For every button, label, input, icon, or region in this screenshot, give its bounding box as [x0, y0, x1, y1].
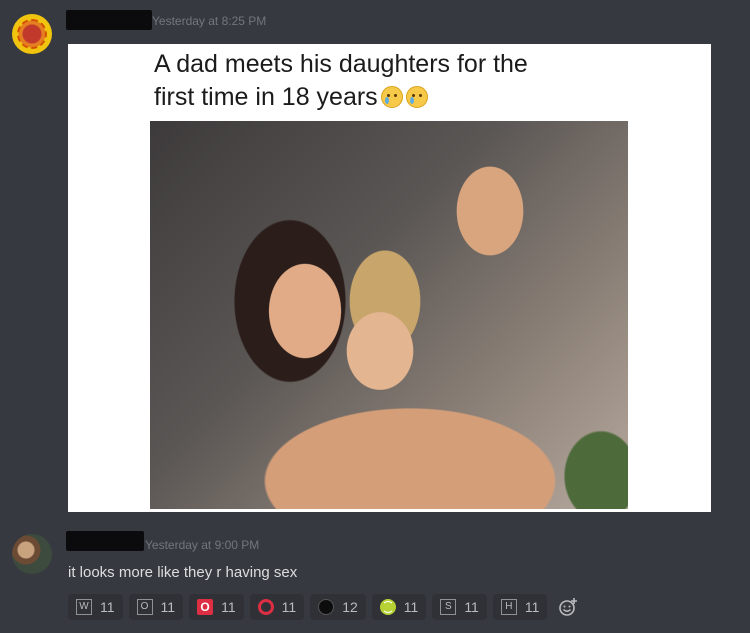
reaction-tennis[interactable]: 11: [371, 594, 427, 620]
reactions-bar: W 11 O 11 O 11 11 12 11 S 11 H 11: [68, 594, 583, 620]
reaction-count: 11: [160, 599, 176, 615]
username-redacted[interactable]: [66, 10, 152, 30]
loudly-crying-face-icon: [405, 86, 428, 108]
black-circle-icon: [318, 599, 335, 615]
reaction-o[interactable]: O 11: [128, 594, 184, 620]
message-timestamp: Yesterday at 9:00 PM: [145, 538, 260, 552]
username-redacted[interactable]: [66, 531, 144, 551]
reaction-count: 12: [342, 599, 358, 615]
reaction-black-circle[interactable]: 12: [310, 594, 366, 620]
message-text: it looks more like they r having sex: [68, 564, 298, 581]
reaction-count: 11: [100, 599, 115, 615]
o-button-blood-type-icon: O: [197, 599, 214, 615]
plant-leaves: [538, 399, 628, 509]
message-timestamp: Yesterday at 8:25 PM: [152, 14, 267, 28]
reaction-count: 11: [464, 599, 479, 615]
add-reaction-icon[interactable]: [553, 594, 583, 620]
meme-caption: A dad meets his daughters for the first …: [154, 48, 674, 114]
photo: [150, 121, 628, 509]
user-avatar[interactable]: [12, 14, 52, 54]
reaction-count: 11: [281, 599, 297, 615]
reaction-h[interactable]: H 11: [492, 594, 548, 620]
caption-line-1: A dad meets his daughters for the: [154, 50, 528, 78]
tennis-ball-icon: [379, 599, 396, 615]
reaction-s[interactable]: S 11: [432, 594, 487, 620]
reaction-o-button[interactable]: O 11: [189, 594, 244, 620]
red-circle-ring-icon: [257, 599, 274, 615]
reaction-ring[interactable]: 11: [249, 594, 305, 620]
caption-line-2: first time in 18 years: [154, 83, 378, 111]
user-avatar[interactable]: [12, 534, 52, 574]
reaction-w[interactable]: W 11: [68, 594, 123, 620]
regional-indicator-o-icon: O: [136, 599, 153, 615]
regional-indicator-h-icon: H: [500, 599, 517, 615]
meme-image[interactable]: A dad meets his daughters for the first …: [68, 44, 711, 512]
regional-indicator-w-icon: W: [76, 599, 92, 615]
regional-indicator-s-icon: S: [440, 599, 457, 615]
reaction-count: 11: [221, 599, 236, 615]
reaction-count: 11: [403, 599, 419, 615]
crying-face-icon: [380, 86, 403, 108]
reaction-count: 11: [524, 599, 540, 615]
